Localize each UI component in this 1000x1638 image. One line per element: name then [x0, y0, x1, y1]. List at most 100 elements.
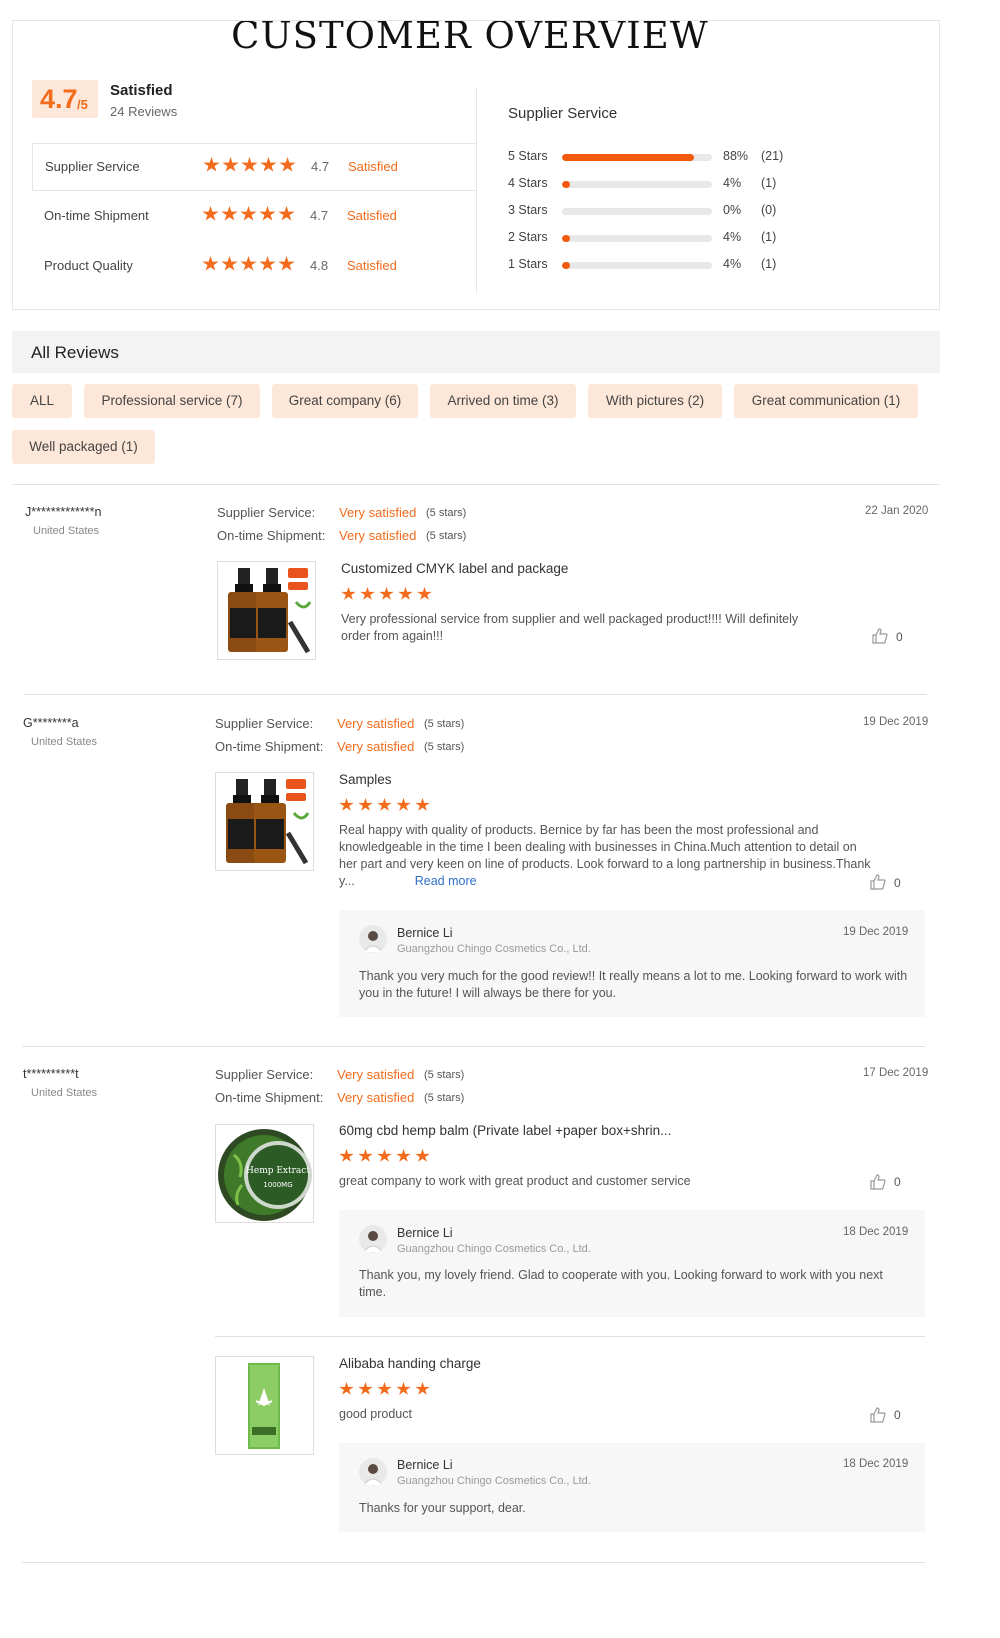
- thumbs-up-icon: [872, 628, 888, 644]
- divider: [476, 88, 477, 293]
- review-date: 22 Jan 2020: [865, 505, 929, 517]
- rating-label: On-time Shipment: [44, 208, 149, 223]
- thumb-text: Hemp Extract: [246, 1166, 310, 1176]
- filter-tag-professional-service[interactable]: Professional service (7): [84, 384, 260, 418]
- product-thumbnail[interactable]: [215, 772, 314, 871]
- reply-company: Guangzhou Chingo Cosmetics Co., Ltd.: [397, 1475, 591, 1487]
- star-icon: [377, 1382, 392, 1395]
- supplier-service-stars: (5 stars): [424, 718, 465, 730]
- shipment-label: On-time Shipment:: [217, 528, 326, 543]
- like-button[interactable]: [870, 1407, 886, 1428]
- review-stars: [339, 798, 434, 817]
- distribution-count: (1): [761, 230, 777, 244]
- review-text: Real happy with quality of products. Ber…: [339, 822, 874, 890]
- filter-tag-with-pictures[interactable]: With pictures (2): [588, 384, 722, 418]
- like-count: 0: [894, 1175, 901, 1189]
- distribution-label: 4 Stars: [508, 176, 548, 190]
- shipment-stars: (5 stars): [426, 530, 467, 542]
- filter-tag-great-company[interactable]: Great company (6): [272, 384, 418, 418]
- shipment-value: Very satisfied: [339, 528, 417, 543]
- hemp-balm-image: Hemp Extract 1000MG: [218, 1129, 312, 1221]
- reviewer-country: United States: [31, 1087, 98, 1099]
- reply-company: Guangzhou Chingo Cosmetics Co., Ltd.: [397, 943, 591, 955]
- reviewer-name: t**********t: [23, 1067, 79, 1081]
- overall-score-suffix: /5: [77, 97, 88, 112]
- star-icon: [377, 798, 392, 811]
- rating-row-ontime-shipment: On-time Shipment 4.7 Satisfied: [32, 193, 477, 241]
- shipment-value: Very satisfied: [337, 739, 415, 754]
- thumb-subtext: 1000MG: [263, 1181, 292, 1189]
- supplier-service-value: Very satisfied: [337, 716, 415, 731]
- like-button[interactable]: [870, 874, 886, 895]
- shipment-stars: (5 stars): [424, 741, 465, 753]
- rating-status: Satisfied: [348, 159, 398, 174]
- rating-status: Satisfied: [347, 208, 397, 223]
- reply-text: Thanks for your support, dear.: [359, 1501, 526, 1515]
- distribution-percent: 88%: [723, 149, 749, 163]
- rating-score: 4.7: [310, 208, 329, 223]
- distribution-percent: 4%: [723, 257, 742, 271]
- filter-tag-well-packaged[interactable]: Well packaged (1): [12, 430, 155, 464]
- distribution-bar-fill: [562, 235, 570, 242]
- divider: [22, 1562, 925, 1563]
- reply-company: Guangzhou Chingo Cosmetics Co., Ltd.: [397, 1243, 591, 1255]
- like-button[interactable]: [872, 628, 888, 649]
- distribution-label: 3 Stars: [508, 203, 548, 217]
- star-icon: [339, 1382, 354, 1395]
- distribution-count: (1): [761, 257, 777, 271]
- product-thumbnail[interactable]: [217, 561, 316, 660]
- rating-score: 4.8: [310, 258, 329, 273]
- product-thumbnail[interactable]: [215, 1356, 314, 1455]
- star-icon: [221, 206, 238, 221]
- distribution-row-2: 2 Stars 4% (1): [508, 230, 828, 248]
- distribution-bar: [562, 154, 712, 161]
- divider: [24, 694, 927, 695]
- like-button[interactable]: [870, 1174, 886, 1195]
- product-thumbnail[interactable]: Hemp Extract 1000MG: [215, 1124, 314, 1223]
- person-icon: [362, 1231, 384, 1253]
- star-rating: [203, 157, 298, 178]
- supplier-service-label: Supplier Service:: [215, 716, 314, 731]
- thumbs-up-icon: [870, 874, 886, 890]
- avatar: [359, 925, 387, 953]
- person-icon: [362, 931, 384, 953]
- supplier-service-stars: (5 stars): [424, 1069, 465, 1081]
- distribution-label: 2 Stars: [508, 230, 548, 244]
- distribution-row-1: 1 Stars 4% (1): [508, 257, 828, 275]
- star-icon: [377, 1149, 392, 1162]
- reply-date: 19 Dec 2019: [843, 926, 909, 938]
- overall-score: 4.7: [40, 84, 78, 114]
- reply-date: 18 Dec 2019: [843, 1458, 909, 1470]
- star-rating: [202, 256, 297, 277]
- star-rating: [202, 206, 297, 227]
- distribution-label: 5 Stars: [508, 149, 548, 163]
- review-text: great company to work with great product…: [339, 1174, 691, 1188]
- star-icon: [279, 157, 296, 172]
- star-icon: [339, 1149, 354, 1162]
- person-icon: [362, 1464, 384, 1486]
- star-icon: [278, 206, 295, 221]
- rating-row-product-quality: Product Quality 4.8 Satisfied: [32, 243, 477, 291]
- star-icon: [396, 1382, 411, 1395]
- review-date: 19 Dec 2019: [863, 716, 929, 728]
- review-date: 17 Dec 2019: [863, 1067, 929, 1079]
- filter-tag-all[interactable]: ALL: [12, 384, 72, 418]
- reply-author: Bernice Li: [397, 1226, 453, 1240]
- star-icon: [398, 587, 413, 600]
- filter-tag-arrived-on-time[interactable]: Arrived on time (3): [430, 384, 576, 418]
- distribution-title: Supplier Service: [508, 105, 618, 122]
- star-icon: [415, 798, 430, 811]
- star-icon: [259, 256, 276, 271]
- review-count: 24 Reviews: [110, 104, 178, 119]
- reply-date: 18 Dec 2019: [843, 1226, 909, 1238]
- filter-tag-great-communication[interactable]: Great communication (1): [734, 384, 918, 418]
- distribution-row-3: 3 Stars 0% (0): [508, 203, 828, 221]
- distribution-bar-fill: [562, 181, 570, 188]
- reviewer-country: United States: [31, 736, 98, 748]
- distribution-label: 1 Stars: [508, 257, 548, 271]
- supplier-reply: [339, 1443, 925, 1532]
- read-more-link[interactable]: Read more: [415, 874, 477, 888]
- distribution-bar-fill: [562, 262, 570, 269]
- like-count: 0: [894, 876, 901, 890]
- distribution-bar: [562, 235, 712, 242]
